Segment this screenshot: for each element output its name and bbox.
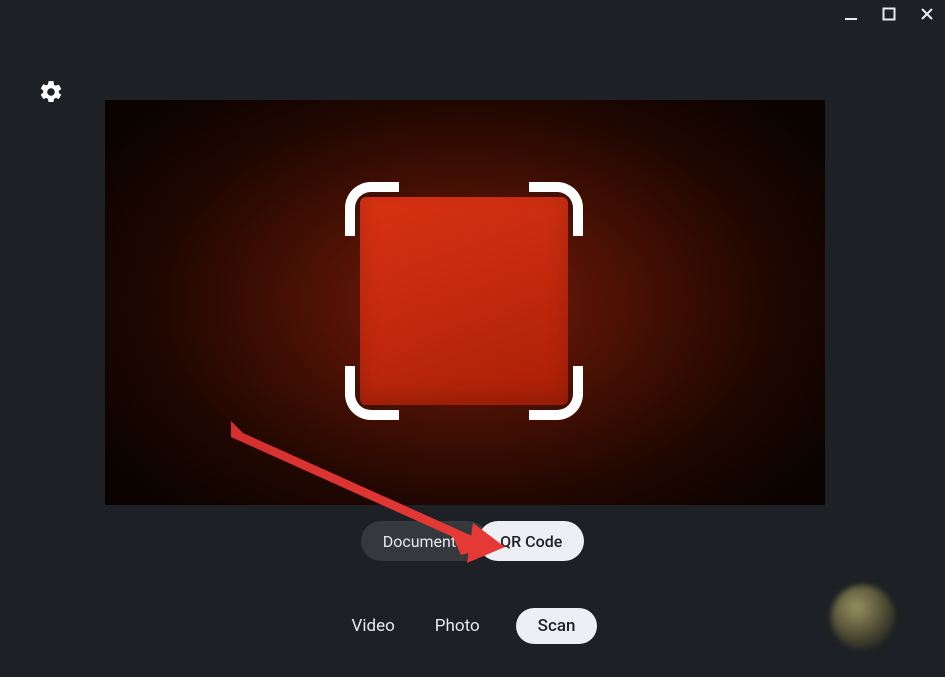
mode-photo[interactable]: Photo [431, 608, 484, 644]
gear-icon [38, 79, 64, 105]
sub-mode-document[interactable]: Document [361, 521, 488, 561]
mode-video[interactable]: Video [348, 608, 399, 644]
mode-scan[interactable]: Scan [516, 608, 598, 644]
frame-corner-icon [529, 366, 583, 420]
scan-sub-mode-row: Document QR Code [0, 521, 945, 561]
sub-mode-qr-code[interactable]: QR Code [478, 521, 584, 561]
camera-viewport [105, 100, 825, 505]
frame-corner-icon [345, 182, 399, 236]
shutter-button[interactable] [831, 585, 895, 649]
scan-frame [345, 182, 583, 420]
mode-row: Video Photo Scan [0, 608, 945, 644]
settings-button[interactable] [38, 79, 64, 105]
close-button[interactable] [917, 4, 937, 24]
frame-corner-icon [345, 366, 399, 420]
frame-corner-icon [529, 182, 583, 236]
maximize-button[interactable] [879, 4, 899, 24]
minimize-button[interactable] [841, 4, 861, 24]
window-controls [841, 4, 937, 24]
